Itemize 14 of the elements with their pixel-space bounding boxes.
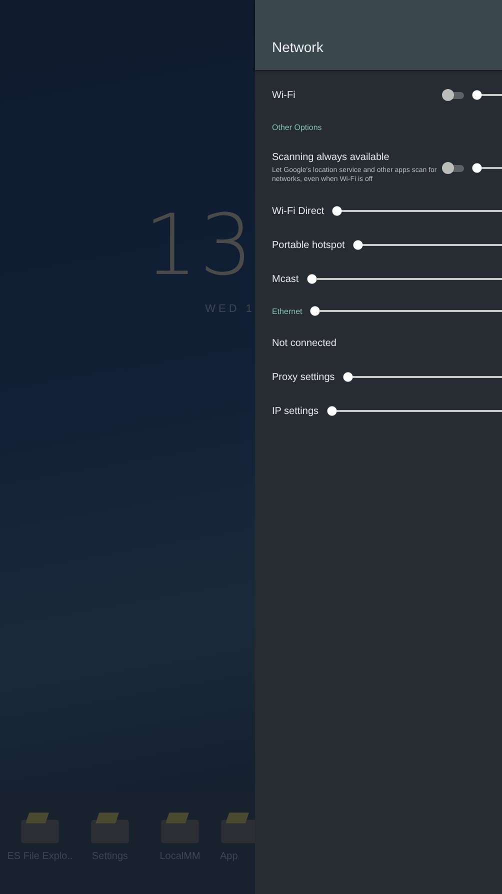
setting-label[interactable]: Scanning always available — [272, 152, 442, 163]
section-header: Other Options — [272, 122, 322, 132]
panel-title: Network — [272, 39, 324, 55]
toggle-switch[interactable] — [442, 89, 464, 101]
clock-time: 13 — [144, 205, 255, 285]
setting-label[interactable]: Proxy settings — [272, 372, 335, 382]
setting-label[interactable]: IP settings — [272, 406, 319, 416]
setting-label[interactable]: Mcast — [272, 274, 299, 284]
setting-label[interactable]: Wi-Fi — [272, 90, 442, 100]
setting-label[interactable]: Not connected — [272, 338, 336, 348]
setting-label[interactable]: Portable hotspot — [272, 240, 345, 250]
setting-label[interactable]: Wi-Fi Direct — [272, 206, 324, 216]
toggle-switch[interactable] — [442, 162, 464, 174]
section-header: Ethernet — [272, 306, 302, 316]
